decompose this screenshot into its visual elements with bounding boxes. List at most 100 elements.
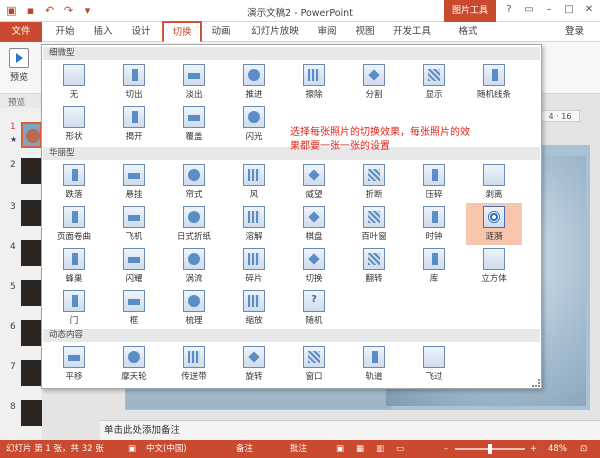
transition-item[interactable]: 切出 [106, 61, 162, 103]
transition-item[interactable]: 缩放 [226, 287, 282, 329]
slideshow-view-icon[interactable]: ▭ [396, 440, 404, 458]
transition-item[interactable]: 擦除 [286, 61, 342, 103]
tab-home[interactable]: 开始 [48, 22, 82, 42]
help-icon[interactable]: ? [502, 3, 516, 17]
transition-item[interactable]: 蜂巢 [46, 245, 102, 287]
transition-item[interactable]: 推进 [226, 61, 282, 103]
transition-item[interactable]: 无 [46, 61, 102, 103]
transition-item[interactable]: 窗口 [286, 343, 342, 385]
transition-item[interactable]: 立方体 [466, 245, 522, 287]
transition-label: 立方体 [481, 274, 507, 284]
transition-item[interactable]: 悬挂 [106, 161, 162, 203]
transition-item[interactable]: 闪光 [226, 103, 282, 145]
transition-item[interactable]: 梳理 [166, 287, 222, 329]
notes-placeholder[interactable]: 单击此处添加备注 [100, 420, 600, 440]
transition-item[interactable]: 飞机 [106, 203, 162, 245]
transition-item[interactable]: 威望 [286, 161, 342, 203]
login-link[interactable]: 登录 [565, 22, 584, 42]
slide-thumbnail-5[interactable] [21, 280, 42, 306]
transition-item[interactable]: 帘式 [166, 161, 222, 203]
transition-item[interactable]: 旋转 [226, 343, 282, 385]
close-icon[interactable]: ✕ [582, 3, 596, 17]
tab-transitions[interactable]: 切换 [162, 21, 202, 43]
transition-item[interactable]: 覆盖 [166, 103, 222, 145]
transition-item[interactable]: 摩天轮 [106, 343, 162, 385]
transition-item[interactable]: 显示 [406, 61, 462, 103]
tab-file[interactable]: 文件 [0, 22, 42, 42]
transition-item[interactable]: 跌落 [46, 161, 102, 203]
fit-slide-icon[interactable]: ⊡ [580, 440, 587, 458]
transition-label: 折断 [365, 190, 383, 200]
normal-view-icon[interactable]: ▣ [336, 440, 344, 458]
slide-sorter-icon[interactable]: ▦ [356, 440, 364, 458]
transition-item[interactable]: 翻转 [346, 245, 402, 287]
slide-thumbnail-4[interactable] [21, 240, 42, 266]
tab-format[interactable]: 格式 [448, 22, 488, 42]
transition-item[interactable]: 剥离 [466, 161, 522, 203]
gallery-resize-grip[interactable] [532, 379, 540, 387]
transition-item[interactable]: 百叶窗 [346, 203, 402, 245]
transition-item[interactable]: ? 随机 [286, 287, 342, 329]
transition-item[interactable]: 折断 [346, 161, 402, 203]
zoom-in-icon[interactable]: + [530, 440, 537, 458]
transition-item[interactable]: 门 [46, 287, 102, 329]
transition-item[interactable]: 揭开 [106, 103, 162, 145]
transition-item[interactable]: 棋盘 [286, 203, 342, 245]
transition-icon [123, 248, 145, 270]
ribbon-display-icon[interactable]: ▭ [522, 3, 536, 17]
slide-thumbnail-7[interactable] [21, 360, 42, 386]
tab-insert[interactable]: 插入 [86, 22, 120, 42]
tab-slideshow[interactable]: 幻灯片放映 [244, 22, 306, 42]
transition-item[interactable]: 溶解 [226, 203, 282, 245]
zoom-out-icon[interactable]: – [444, 440, 448, 458]
slide-thumbnail-8[interactable] [21, 400, 42, 426]
tab-animations[interactable]: 动画 [204, 22, 238, 42]
language-status[interactable]: 中文(中国) [146, 440, 187, 458]
transition-item[interactable]: 涡流 [166, 245, 222, 287]
transition-item[interactable]: 淡出 [166, 61, 222, 103]
slide-thumbnail-3[interactable] [21, 200, 42, 226]
transition-label: 蜂巢 [65, 274, 83, 284]
transition-item[interactable]: 日式折纸 [166, 203, 222, 245]
reading-view-icon[interactable]: ▥ [376, 440, 384, 458]
transition-item[interactable]: 页面卷曲 [46, 203, 102, 245]
spellcheck-icon[interactable]: ▣ [128, 440, 136, 458]
preview-button[interactable]: 预览 [4, 46, 34, 84]
transition-label: 飞过 [425, 372, 443, 382]
transition-item[interactable]: 轨道 [346, 343, 402, 385]
transition-item[interactable]: 分割 [346, 61, 402, 103]
comments-button[interactable]: 批注 [290, 440, 307, 458]
transition-item[interactable]: 传送带 [166, 343, 222, 385]
transition-gallery: 细微型无切出 淡出 推进 擦除 分割 显示 随机线条 形状 揭开 覆盖 闪光 华丽型 跌落 悬挂 帘式风威望… [41, 44, 542, 389]
tab-review[interactable]: 审阅 [310, 22, 344, 42]
minimize-icon[interactable]: – [542, 3, 556, 17]
transition-item[interactable]: 时钟 [406, 203, 462, 245]
tab-developer[interactable]: 开发工具 [386, 22, 438, 42]
transition-item[interactable]: 平移 [46, 343, 102, 385]
maximize-icon[interactable]: □ [562, 3, 576, 17]
transition-item[interactable]: 形状 [46, 103, 102, 145]
slide-thumbnail-2[interactable] [21, 158, 42, 184]
transition-item[interactable]: 框 [106, 287, 162, 329]
slide-thumbnail-1[interactable] [21, 122, 42, 148]
transition-item[interactable]: 涟漪 [466, 203, 522, 245]
transition-item[interactable]: 碎片 [226, 245, 282, 287]
transition-icon: ? [303, 290, 325, 312]
transition-icon [63, 290, 85, 312]
notes-button[interactable]: 备注 [236, 440, 253, 458]
transition-item[interactable]: 飞过 [406, 343, 462, 385]
transition-item[interactable]: 库 [406, 245, 462, 287]
slide-thumbnail-6[interactable] [21, 320, 42, 346]
transition-item[interactable]: 闪耀 [106, 245, 162, 287]
zoom-level[interactable]: 48% [548, 440, 567, 458]
zoom-slider-handle[interactable] [488, 444, 492, 454]
transition-item[interactable]: 风 [226, 161, 282, 203]
transition-item[interactable]: 随机线条 [466, 61, 522, 103]
tab-design[interactable]: 设计 [124, 22, 158, 42]
transition-item[interactable]: 压碎 [406, 161, 462, 203]
transition-item[interactable]: 切换 [286, 245, 342, 287]
transition-label: 平移 [65, 372, 83, 382]
transition-label: 百叶窗 [361, 232, 387, 242]
tab-view[interactable]: 视图 [348, 22, 382, 42]
transition-label: 缩放 [245, 316, 263, 326]
